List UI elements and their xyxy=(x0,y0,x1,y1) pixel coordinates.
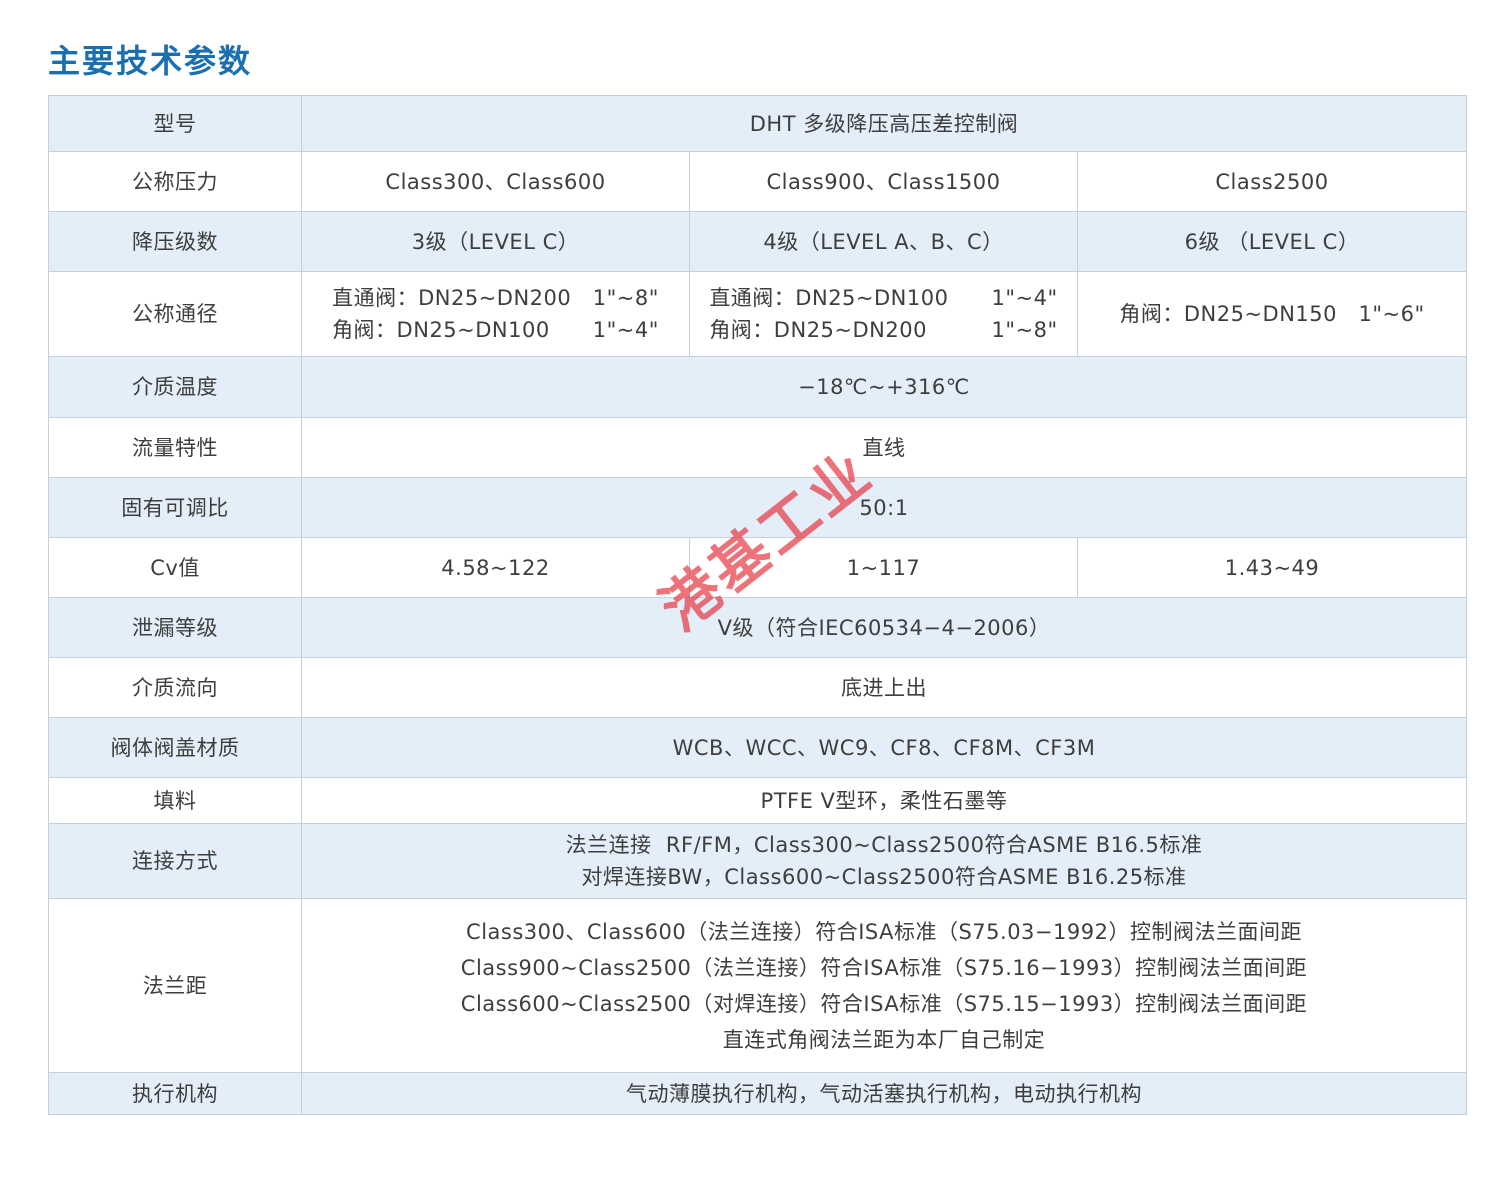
row-label: 法兰距 xyxy=(48,898,302,1073)
table-row: 固有可调比 50:1 xyxy=(48,477,1467,538)
table-row: 泄漏等级 V级（符合IEC60534−4−2006） xyxy=(48,597,1467,658)
row-label: 固有可调比 xyxy=(48,477,302,538)
table-row: 填料 PTFE V型环，柔性石墨等 xyxy=(48,777,1467,824)
row-label: 阀体阀盖材质 xyxy=(48,717,302,778)
row-label: 填料 xyxy=(48,777,302,824)
table-row: 连接方式 法兰连接 RF/FM，Class300~Class2500符合ASME… xyxy=(48,823,1467,899)
cell-line: 直连式角阀法兰距为本厂自己制定 xyxy=(722,1027,1046,1052)
table-row: 降压级数 3级（LEVEL C） 4级（LEVEL A、B、C） 6级 （LEV… xyxy=(48,211,1467,272)
table-cell: 4级（LEVEL A、B、C） xyxy=(689,211,1078,272)
row-value: −18℃~+316℃ xyxy=(301,356,1467,418)
row-value: 气动薄膜执行机构，气动活塞执行机构，电动执行机构 xyxy=(301,1072,1467,1115)
table-row: 型号 DHT 多级降压高压差控制阀 xyxy=(48,95,1467,152)
row-value: WCB、WCC、WC9、CF8、CF8M、CF3M xyxy=(301,717,1467,778)
table-cell: 1.43~49 xyxy=(1077,537,1467,598)
cell-line: Class300、Class600（法兰连接）符合ISA标准（S75.03−19… xyxy=(466,919,1302,944)
cell-line: 直通阀：DN25~DN100 1"~4" xyxy=(709,286,1058,310)
row-value: DHT 多级降压高压差控制阀 xyxy=(301,95,1467,152)
table-cell: 1~117 xyxy=(689,537,1078,598)
cell-line: 角阀：DN25~DN200 1"~8" xyxy=(709,318,1058,342)
table-cell: 角阀：DN25~DN150 1"~6" xyxy=(1077,271,1467,357)
row-label: 执行机构 xyxy=(48,1072,302,1115)
row-value: Class300、Class600（法兰连接）符合ISA标准（S75.03−19… xyxy=(301,898,1467,1073)
table-row: 法兰距 Class300、Class600（法兰连接）符合ISA标准（S75.0… xyxy=(48,898,1467,1073)
row-value: 50:1 xyxy=(301,477,1467,538)
row-value: 法兰连接 RF/FM，Class300~Class2500符合ASME B16.… xyxy=(301,823,1467,899)
table-row: 执行机构 气动薄膜执行机构，气动活塞执行机构，电动执行机构 xyxy=(48,1072,1467,1115)
table-row: 公称通径 直通阀：DN25~DN200 1"~8" 角阀：DN25~DN100 … xyxy=(48,271,1467,357)
table-row: 公称压力 Class300、Class600 Class900、Class150… xyxy=(48,151,1467,212)
row-value: V级（符合IEC60534−4−2006） xyxy=(301,597,1467,658)
table-cell: Class2500 xyxy=(1077,151,1467,212)
row-label: 介质流向 xyxy=(48,657,302,718)
row-label: 公称压力 xyxy=(48,151,302,212)
cell-line: 直通阀：DN25~DN200 1"~8" xyxy=(332,286,659,310)
row-value: PTFE V型环，柔性石墨等 xyxy=(301,777,1467,824)
row-label: 连接方式 xyxy=(48,823,302,899)
cell-line: 角阀：DN25~DN100 1"~4" xyxy=(332,318,659,342)
table-cell: 4.58~122 xyxy=(301,537,690,598)
row-value: 底进上出 xyxy=(301,657,1467,718)
row-label: 型号 xyxy=(48,95,302,152)
row-value: 直线 xyxy=(301,417,1467,478)
table-row: Cv值 4.58~122 1~117 1.43~49 xyxy=(48,537,1467,598)
cell-line: Class900~Class2500（法兰连接）符合ISA标准（S75.16−1… xyxy=(460,955,1308,980)
table-cell: Class300、Class600 xyxy=(301,151,690,212)
table-row: 阀体阀盖材质 WCB、WCC、WC9、CF8、CF8M、CF3M xyxy=(48,717,1467,778)
table-row: 介质流向 底进上出 xyxy=(48,657,1467,718)
spec-table: 型号 DHT 多级降压高压差控制阀 公称压力 Class300、Class600… xyxy=(48,95,1467,1115)
row-label: 泄漏等级 xyxy=(48,597,302,658)
cell-line: Class600~Class2500（对焊连接）符合ISA标准（S75.15−1… xyxy=(460,991,1308,1016)
row-label: 降压级数 xyxy=(48,211,302,272)
row-label: 流量特性 xyxy=(48,417,302,478)
cell-line: 法兰连接 RF/FM，Class300~Class2500符合ASME B16.… xyxy=(565,833,1203,857)
table-row: 流量特性 直线 xyxy=(48,417,1467,478)
table-cell: 6级 （LEVEL C） xyxy=(1077,211,1467,272)
cell-line: 对焊连接BW，Class600~Class2500符合ASME B16.25标准 xyxy=(581,865,1187,889)
table-cell: 直通阀：DN25~DN200 1"~8" 角阀：DN25~DN100 1"~4" xyxy=(301,271,690,357)
row-label: 介质温度 xyxy=(48,356,302,418)
table-row: 介质温度 −18℃~+316℃ xyxy=(48,356,1467,418)
table-cell: 3级（LEVEL C） xyxy=(301,211,690,272)
table-cell: Class900、Class1500 xyxy=(689,151,1078,212)
row-label: 公称通径 xyxy=(48,271,302,357)
cell-line: 角阀：DN25~DN150 1"~6" xyxy=(1119,302,1425,326)
row-label: Cv值 xyxy=(48,537,302,598)
page-title: 主要技术参数 xyxy=(48,42,253,80)
table-cell: 直通阀：DN25~DN100 1"~4" 角阀：DN25~DN200 1"~8" xyxy=(689,271,1078,357)
